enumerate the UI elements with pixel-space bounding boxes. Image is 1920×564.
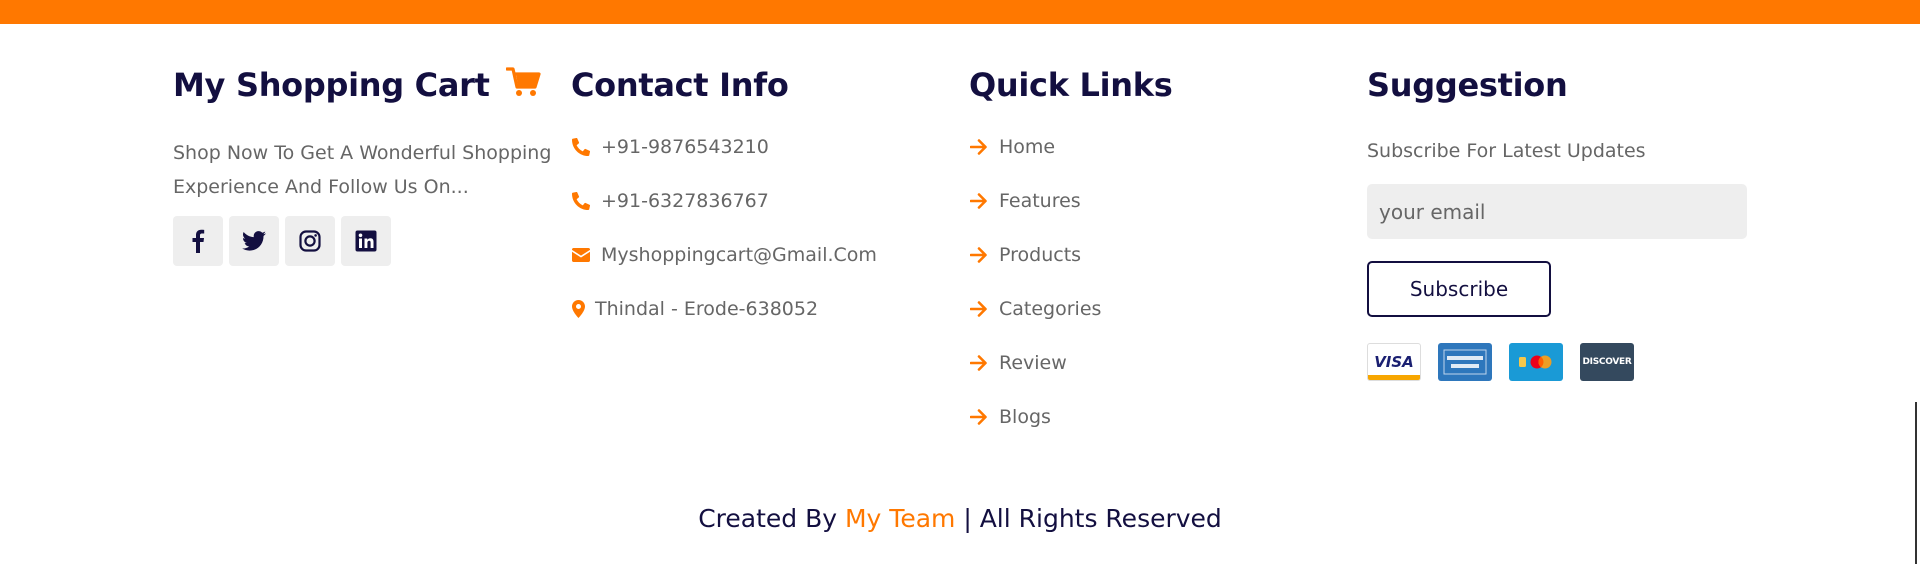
quick-link-home[interactable]: Home: [969, 132, 1349, 162]
subscribe-subtitle: Subscribe For Latest Updates: [1367, 140, 1646, 163]
instagram-link[interactable]: [285, 216, 335, 267]
quick-link-review[interactable]: Review: [969, 348, 1349, 378]
credit-prefix: Created By: [698, 504, 845, 533]
twitter-link[interactable]: [229, 216, 279, 267]
social-links: [173, 216, 553, 267]
quick-link-products[interactable]: Products: [969, 240, 1349, 270]
contact-heading: Contact Info: [571, 66, 789, 104]
arrow-right-icon: [969, 137, 989, 157]
arrow-right-icon: [969, 407, 989, 427]
contact-phone-2[interactable]: +91-6327836767: [571, 186, 951, 216]
quick-link-products-label: Products: [999, 244, 1082, 267]
contact-email-text: Myshoppingcart@Gmail.Com: [601, 244, 877, 267]
contact-email[interactable]: Myshoppingcart@Gmail.Com: [571, 240, 951, 270]
quick-link-blogs-label: Blogs: [999, 406, 1051, 429]
credit-team-link[interactable]: My Team: [845, 504, 955, 533]
visa-card-label: VISA: [1374, 353, 1414, 372]
brand-column: My Shopping Cart Shop Now To Get A Wonde…: [173, 66, 553, 267]
contact-address-text: Thindal - Erode-638052: [595, 298, 819, 321]
suggestion-column: Suggestion Subscribe For Latest Updates …: [1367, 66, 1747, 382]
contact-phone-1[interactable]: +91-9876543210: [571, 132, 951, 162]
arrow-right-icon: [969, 299, 989, 319]
amex-card-icon: [1438, 343, 1492, 382]
quick-links-column: Quick Links Home Features Products Categ…: [969, 66, 1349, 456]
credit-suffix: | All Rights Reserved: [955, 504, 1222, 533]
suggestion-heading: Suggestion: [1367, 66, 1568, 104]
email-input[interactable]: [1367, 184, 1747, 240]
shopping-cart-icon: [505, 66, 542, 106]
linkedin-link[interactable]: [341, 216, 391, 267]
quick-link-categories-label: Categories: [999, 298, 1102, 321]
quick-links-heading: Quick Links: [969, 66, 1173, 104]
instagram-icon: [299, 230, 321, 252]
arrow-right-icon: [969, 191, 989, 211]
envelope-icon: [571, 245, 591, 265]
visa-card-icon: VISA: [1367, 343, 1421, 382]
brand-heading: My Shopping Cart: [173, 66, 553, 106]
facebook-link[interactable]: [173, 216, 223, 267]
discover-card-icon: DISCOVER: [1580, 343, 1634, 382]
twitter-icon: [242, 231, 266, 251]
contact-address[interactable]: Thindal - Erode-638052: [571, 294, 951, 324]
footer: My Shopping Cart Shop Now To Get A Wonde…: [0, 24, 1920, 564]
quick-link-features-label: Features: [999, 190, 1081, 213]
top-accent-bar: [0, 0, 1920, 24]
quick-links-list: Home Features Products Categories Review…: [969, 132, 1349, 432]
contact-list: +91-9876543210 +91-6327836767 Myshopping…: [571, 132, 951, 324]
quick-link-features[interactable]: Features: [969, 186, 1349, 216]
quick-link-review-label: Review: [999, 352, 1067, 375]
mastercard-icon: [1509, 343, 1563, 382]
credit-line: Created By My Team | All Rights Reserved: [0, 504, 1920, 533]
arrow-right-icon: [969, 353, 989, 373]
payment-cards: VISA DISCOVER: [1367, 343, 1747, 382]
quick-link-home-label: Home: [999, 136, 1056, 159]
scrollbar-edge[interactable]: [1915, 402, 1917, 564]
quick-link-categories[interactable]: Categories: [969, 294, 1349, 324]
contact-phone-2-text: +91-6327836767: [601, 190, 769, 213]
subscribe-button[interactable]: Subscribe: [1367, 261, 1551, 318]
linkedin-icon: [355, 230, 377, 252]
brand-description: Shop Now To Get A Wonderful Shopping Exp…: [173, 142, 552, 199]
contact-phone-1-text: +91-9876543210: [601, 136, 769, 159]
quick-link-blogs[interactable]: Blogs: [969, 402, 1349, 432]
discover-card-label: DISCOVER: [1582, 357, 1632, 368]
visa-card-stripe: [1368, 375, 1420, 381]
brand-title: My Shopping Cart: [173, 66, 490, 104]
facebook-icon: [192, 230, 205, 254]
phone-icon: [571, 191, 591, 211]
map-marker-icon: [571, 299, 585, 319]
phone-icon: [571, 137, 591, 157]
contact-column: Contact Info +91-9876543210 +91-63278367…: [571, 66, 951, 348]
arrow-right-icon: [969, 245, 989, 265]
